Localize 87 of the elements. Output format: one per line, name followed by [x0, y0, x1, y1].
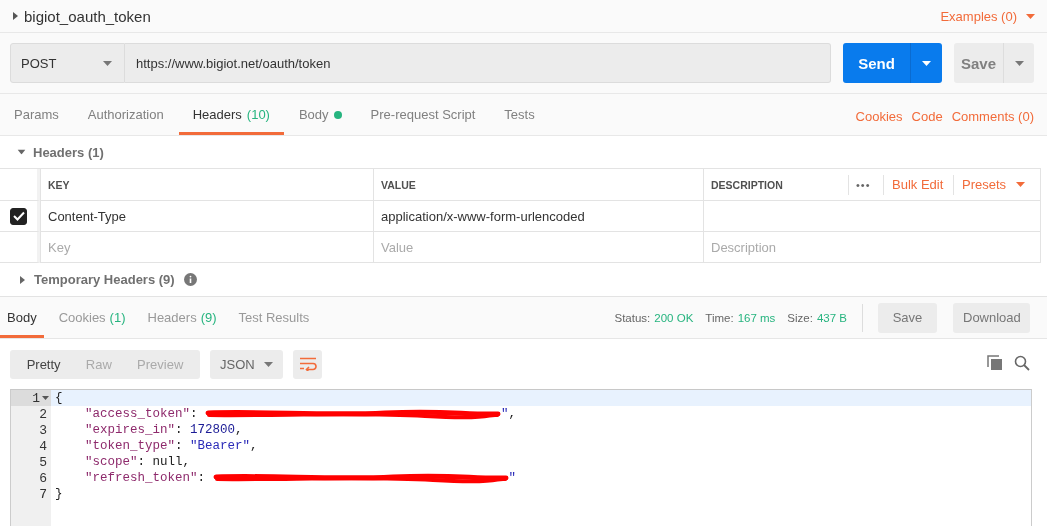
view-mode-option[interactable]: Pretty	[26, 349, 61, 379]
json-key: "refresh_token"	[85, 471, 198, 485]
request-tab[interactable]: Authorization	[73, 94, 178, 135]
line-number: 5	[39, 454, 47, 470]
caret-icon	[1014, 60, 1024, 66]
checkbox[interactable]	[10, 207, 27, 225]
code-text: :	[137, 455, 146, 469]
send-options-button[interactable]	[911, 43, 942, 83]
column-header: VALUE	[373, 169, 703, 201]
caret-icon	[1016, 182, 1026, 187]
code-text: ,	[250, 439, 258, 453]
save-button[interactable]: Save	[954, 43, 1004, 83]
view-mode-option[interactable]: Raw	[85, 349, 112, 379]
request-tab[interactable]: Tests	[490, 94, 549, 135]
code-text: :	[175, 439, 183, 453]
url-field[interactable]: https://www.bigiot.net/oauth/token	[125, 43, 831, 83]
code-text: :	[190, 407, 198, 421]
download-button[interactable]: Download	[953, 302, 1030, 333]
code-text: "	[508, 471, 517, 485]
search-icon	[1014, 354, 1030, 371]
copy-icon	[987, 355, 1002, 370]
json-key: "token_type"	[85, 439, 175, 453]
format-dropdown[interactable]: JSON	[210, 349, 283, 379]
wrap-icon	[298, 357, 317, 371]
info-icon	[183, 273, 197, 286]
line-number: 4	[39, 438, 47, 454]
code-text: :	[175, 423, 183, 437]
response-tab[interactable]: Cookies (1)	[51, 297, 133, 338]
code-text: {	[55, 391, 63, 405]
link[interactable]: Comments (0)	[951, 105, 1034, 124]
section-title: Temporary Headers (9)	[34, 272, 175, 287]
status-value: 167 ms	[737, 311, 776, 324]
request-tab[interactable]: Body	[284, 94, 356, 135]
link[interactable]: Cookies	[855, 105, 903, 124]
caret-icon	[1026, 13, 1035, 19]
description-field[interactable]: Description	[711, 239, 1033, 255]
presets-dropdown[interactable]: Presets	[953, 174, 1034, 195]
request-name: bigiot_oauth_token	[24, 7, 151, 25]
code-text: ,	[235, 423, 243, 437]
response-tab[interactable]: Headers (9)	[140, 297, 224, 338]
column-header: KEY	[40, 169, 373, 201]
check-icon	[12, 211, 25, 221]
line-number: 2	[39, 406, 47, 422]
request-tab[interactable]: Pre-request Script	[356, 94, 490, 135]
caret-icon	[922, 60, 931, 66]
section-title: Headers (1)	[33, 144, 104, 160]
json-value: 172800	[190, 423, 236, 437]
link[interactable]: Code	[911, 105, 943, 124]
code-text: ,	[508, 407, 517, 421]
table-cell: Content-Type	[40, 201, 373, 232]
json-value: "Bearer"	[190, 439, 251, 453]
column-header: DESCRIPTION	[703, 169, 848, 201]
bulk-edit-button[interactable]: Bulk Edit	[883, 174, 952, 195]
line-number: 3	[39, 422, 47, 438]
line-number: 1	[32, 390, 40, 406]
json-value: null	[152, 455, 183, 469]
table-cell: application/x-www-form-urlencoded	[373, 201, 703, 232]
copy-button[interactable]	[987, 355, 1002, 373]
json-key: "scope"	[85, 455, 138, 469]
value-field[interactable]: Value	[381, 239, 696, 255]
wrap-lines-button[interactable]	[293, 349, 322, 379]
code-text: "	[501, 407, 509, 421]
key-field[interactable]: Key	[48, 239, 366, 255]
send-button[interactable]: Send	[843, 43, 911, 83]
json-key: "expires_in"	[85, 423, 175, 437]
more-button[interactable]: •••	[848, 174, 878, 195]
status-label: Status:	[614, 311, 651, 324]
line-number: 6	[39, 470, 47, 486]
save-button[interactable]: Save	[878, 302, 937, 333]
caret-icon	[13, 12, 18, 20]
code-text: ,	[182, 455, 191, 469]
line-number: 7	[39, 486, 47, 502]
status-label: Size:	[787, 311, 813, 324]
request-tab[interactable]: Params	[0, 94, 73, 135]
view-mode-option[interactable]: Preview	[137, 349, 184, 379]
caret-icon	[103, 60, 112, 66]
status-label: Time:	[705, 311, 734, 324]
fold-caret-icon	[42, 396, 49, 400]
examples-dropdown[interactable]: Examples (0)	[940, 8, 1035, 24]
response-tab[interactable]: Test Results	[231, 297, 317, 338]
code-text: :	[197, 471, 206, 485]
method-dropdown[interactable]: POST	[10, 43, 125, 83]
status-value: 200 OK	[654, 311, 694, 324]
json-key: "access_token"	[85, 407, 191, 421]
code-text: }	[55, 487, 63, 501]
status-value: 437 B	[816, 311, 847, 324]
caret-icon	[264, 361, 273, 367]
